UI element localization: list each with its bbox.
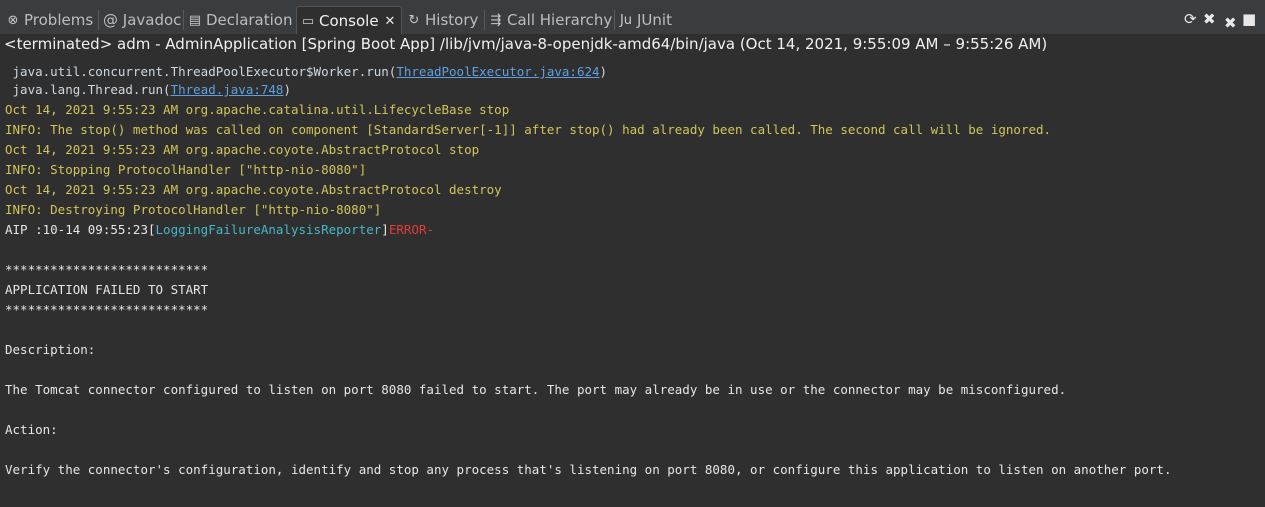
tab-declaration[interactable]: ▤ Declaration	[188, 7, 293, 33]
tab-javadoc[interactable]: @ Javadoc	[103, 7, 181, 33]
console-line: INFO: Destroying ProtocolHandler ["http-…	[5, 202, 382, 217]
junit-icon: Ju	[619, 12, 633, 28]
console-line: Oct 14, 2021 9:55:23 AM org.apache.coyot…	[5, 182, 502, 197]
console-output[interactable]: java.util.concurrent.ThreadPoolExecutor$…	[0, 54, 1265, 507]
declaration-icon: ▤	[188, 12, 202, 28]
console-line: Description:	[5, 342, 96, 357]
tab-problems[interactable]: ⊗ Problems	[6, 7, 94, 33]
stack-trace-link[interactable]: Thread.java:748	[171, 82, 284, 97]
console-line: ***************************	[5, 302, 209, 317]
tab-history[interactable]: ↻ History	[407, 7, 479, 33]
tab-console[interactable]: ▭ Console ✕	[296, 6, 403, 35]
history-icon: ↻	[408, 12, 420, 28]
console-line: java.lang.Thread.run(Thread.java:748)	[5, 82, 291, 97]
view-tab-bar: ⊗ Problems @ Javadoc ▤ Declaration ▭ Consol…	[0, 0, 1265, 35]
console-line: Oct 14, 2021 9:55:23 AM org.apache.catal…	[5, 102, 510, 117]
console-line: AIP :10-14 09:55:23[LoggingFailureAnalys…	[5, 222, 434, 237]
console-line: Oct 14, 2021 9:55:23 AM org.apache.coyot…	[5, 142, 480, 157]
tab-separator	[614, 10, 615, 30]
console-process-title: <terminated> adm - AdminApplication [Spr…	[4, 35, 1048, 53]
console-line: INFO: Stopping ProtocolHandler ["http-ni…	[5, 162, 367, 177]
console-line: APPLICATION FAILED TO START	[5, 282, 209, 297]
console-title-bar: <terminated> adm - AdminApplication [Spr…	[0, 34, 1265, 54]
console-line: Action:	[5, 422, 58, 437]
terminate-icon[interactable]: ■	[1242, 10, 1256, 28]
error-level: ERROR-	[388, 222, 434, 237]
tab-call-hierarchy[interactable]: ⇶ Call Hierarchy	[489, 7, 613, 33]
remove-launch-icon[interactable]: ✖	[1203, 10, 1216, 28]
refresh-icon[interactable]: ⟳	[1184, 10, 1197, 28]
console-line: java.util.concurrent.ThreadPoolExecutor$…	[5, 64, 608, 79]
remove-all-icon[interactable]: ✖	[1224, 14, 1237, 32]
console-line: ***************************	[5, 262, 209, 277]
logger-name: LoggingFailureAnalysisReporter	[155, 222, 382, 237]
console-line: Verify the connector's configuration, id…	[5, 462, 1172, 477]
stack-trace-link[interactable]: ThreadPoolExecutor.java:624	[396, 64, 599, 79]
problems-icon: ⊗	[7, 12, 19, 28]
console-line: The Tomcat connector configured to liste…	[5, 382, 1067, 397]
tab-separator	[183, 10, 184, 30]
console-icon: ▭	[301, 13, 315, 29]
tab-separator	[484, 10, 485, 30]
tab-junit[interactable]: Ju JUnit	[619, 7, 672, 33]
console-line: INFO: The stop() method was called on co…	[5, 122, 1052, 137]
close-icon[interactable]: ✕	[385, 14, 396, 29]
call-hierarchy-icon: ⇶	[490, 12, 502, 28]
tab-separator	[98, 10, 99, 30]
